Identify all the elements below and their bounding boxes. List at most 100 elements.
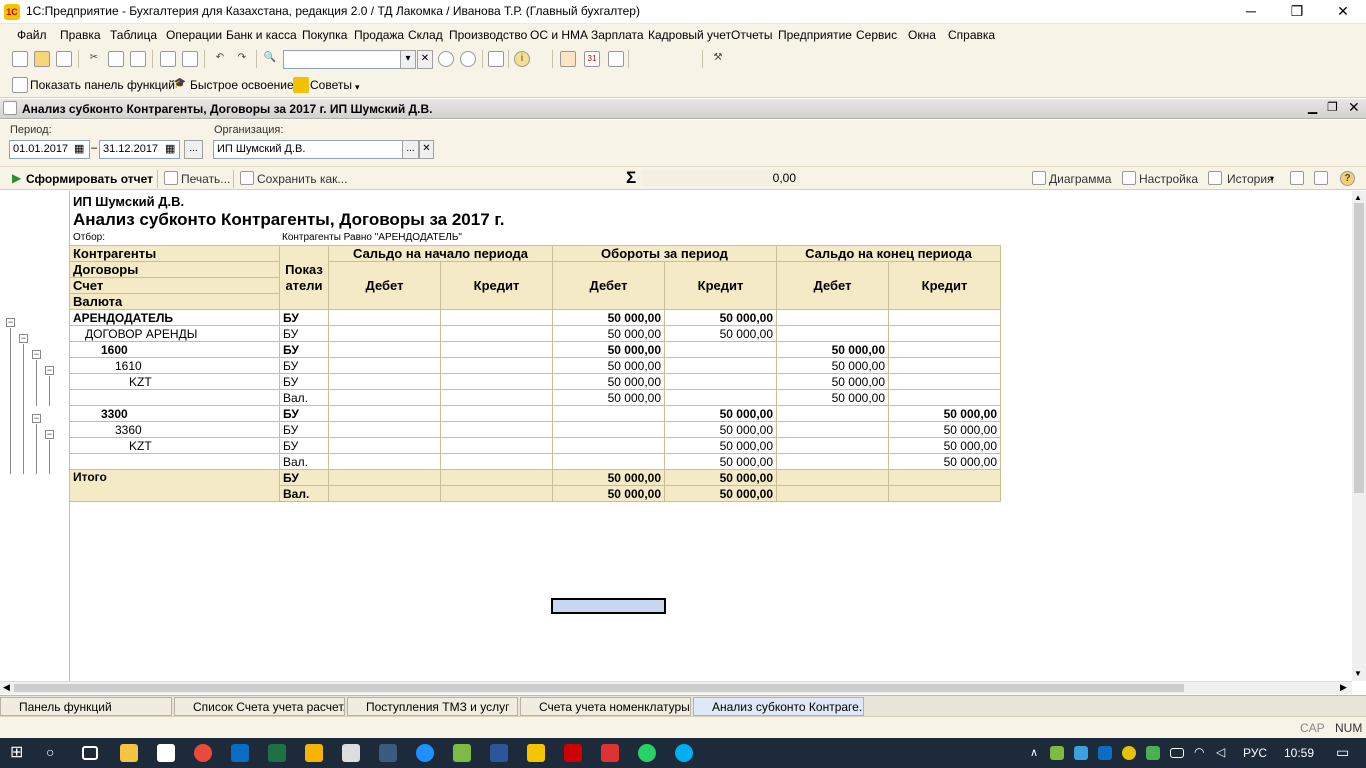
report-spreadsheet[interactable]: ИП Шумский Д.В. Анализ субконто Контраге… [0, 191, 1352, 681]
search-icon[interactable]: 🔍 [262, 51, 278, 67]
collapse-icon[interactable]: − [45, 430, 54, 439]
table-icon[interactable] [608, 51, 624, 67]
cut-icon[interactable]: ✂ [86, 51, 102, 67]
history-button[interactable]: История [1227, 172, 1274, 186]
doc-restore-button[interactable]: ❐ [1327, 100, 1338, 114]
task-view-icon[interactable] [82, 746, 98, 760]
clock[interactable]: 10:59 [1284, 746, 1314, 760]
1c-app-icon[interactable] [527, 744, 545, 762]
volume-icon[interactable]: ◁ [1216, 745, 1225, 759]
search-dropdown-button[interactable]: ▾ [400, 50, 416, 69]
tools-icon[interactable]: ⚒ [710, 51, 726, 67]
whatsapp-icon[interactable] [638, 744, 656, 762]
tab-subconto-analysis[interactable]: Анализ субконто Контраге... [693, 697, 864, 716]
print-preview-icon[interactable] [182, 51, 198, 67]
menu-edit[interactable]: Правка [60, 28, 101, 42]
tray-drive-icon[interactable] [1146, 746, 1160, 760]
diagram-button[interactable]: Диаграмма [1049, 172, 1111, 186]
scroll-down-icon[interactable]: ▼ [1354, 669, 1362, 678]
find-prev-icon[interactable] [460, 51, 476, 67]
help-icon[interactable]: ? [1340, 171, 1355, 186]
close-button[interactable]: ✕ [1320, 0, 1366, 24]
organization-field[interactable]: ИП Шумский Д.В. [213, 140, 418, 159]
collapse-icon[interactable]: − [32, 350, 41, 359]
windows-icon[interactable] [488, 51, 504, 67]
export-icon[interactable] [1290, 171, 1304, 185]
tips-button[interactable]: Советы [310, 78, 352, 92]
doc-minimize-button[interactable]: ▁ [1308, 100, 1317, 114]
battery-icon[interactable] [1170, 748, 1184, 758]
menu-help[interactable]: Справка [948, 28, 995, 42]
scroll-right-icon[interactable]: ▶ [1340, 682, 1347, 693]
explorer-icon[interactable] [120, 744, 138, 762]
selected-cell[interactable] [551, 598, 666, 614]
android-icon[interactable] [453, 744, 471, 762]
menu-purchase[interactable]: Покупка [302, 28, 347, 42]
ie-icon[interactable] [416, 744, 434, 762]
collapse-icon[interactable]: − [6, 318, 15, 327]
menu-windows[interactable]: Окна [908, 28, 936, 42]
menu-salary[interactable]: Зарплата [591, 28, 644, 42]
doc-close-button[interactable]: ✕ [1348, 99, 1360, 116]
menu-assets[interactable]: ОС и НМА [530, 28, 588, 42]
notifications-icon[interactable]: ▭ [1336, 744, 1349, 761]
toolbar-dropdown-icon[interactable]: ▾ [355, 82, 360, 93]
chrome-icon[interactable] [194, 744, 212, 762]
menu-enterprise[interactable]: Предприятие [778, 28, 852, 42]
copy-icon[interactable] [108, 51, 124, 67]
tray-plus-icon[interactable] [1122, 746, 1136, 760]
horizontal-scroll-thumb[interactable] [14, 684, 1184, 692]
info-icon[interactable]: i [514, 51, 530, 67]
save-as-button[interactable]: Сохранить как... [257, 172, 347, 186]
maximize-button[interactable]: ❐ [1274, 0, 1320, 24]
print-icon[interactable] [160, 51, 176, 67]
excel-icon[interactable] [268, 744, 286, 762]
search-icon[interactable]: ○ [46, 744, 64, 762]
language-indicator[interactable]: РУС [1243, 746, 1267, 760]
vertical-scroll-thumb[interactable] [1354, 203, 1364, 493]
tray-people-icon[interactable] [1050, 746, 1064, 760]
tab-receipts[interactable]: Поступления ТМЗ и услуг [347, 697, 518, 716]
windows-start-icon[interactable]: ⊞ [10, 744, 28, 762]
menu-production[interactable]: Производство [449, 28, 527, 42]
vertical-scrollbar[interactable]: ▲ ▼ [1352, 191, 1366, 681]
tab-nomenclature-accounts[interactable]: Счета учета номенклатуры [520, 697, 691, 716]
date-from-calendar-icon[interactable]: ▦ [74, 142, 84, 155]
minimize-button[interactable]: ─ [1228, 0, 1274, 24]
settings-button[interactable]: Настройка [1139, 172, 1198, 186]
acrobat-icon[interactable] [564, 744, 582, 762]
calculator-icon[interactable] [560, 51, 576, 67]
quick-learning-button[interactable]: Быстрое освоение [190, 78, 294, 92]
tray-m-icon[interactable] [1074, 746, 1088, 760]
word-icon[interactable] [490, 744, 508, 762]
date-to-calendar-icon[interactable]: ▦ [165, 142, 175, 155]
period-select-button[interactable]: ... [184, 140, 203, 159]
organization-select-button[interactable]: ... [402, 140, 419, 159]
collapse-icon[interactable]: − [45, 366, 54, 375]
print-button[interactable]: Печать... [181, 172, 230, 186]
menu-table[interactable]: Таблица [110, 28, 157, 42]
show-panel-button[interactable]: Показать панель функций [30, 78, 175, 92]
paste-icon[interactable] [130, 51, 146, 67]
history-dropdown-icon[interactable]: ▾ [1270, 174, 1274, 183]
menu-service[interactable]: Сервис [856, 28, 897, 42]
outlook-icon[interactable] [231, 744, 249, 762]
generate-report-button[interactable]: Сформировать отчет [26, 172, 153, 186]
skype-icon[interactable] [675, 744, 693, 762]
save-report-icon[interactable] [1314, 171, 1328, 185]
scroll-left-icon[interactable]: ◀ [3, 682, 10, 693]
tab-function-panel[interactable]: Панель функций [0, 697, 172, 716]
undo-icon[interactable]: ↶ [212, 51, 228, 67]
collapse-icon[interactable]: − [19, 334, 28, 343]
horizontal-scrollbar[interactable]: ◀ ▶ [0, 681, 1352, 694]
tray-expand-icon[interactable]: ∧ [1030, 746, 1038, 759]
tray-outlook-icon[interactable] [1098, 746, 1112, 760]
drive-icon[interactable] [305, 744, 323, 762]
save-icon[interactable] [56, 51, 72, 67]
search-input[interactable] [283, 50, 416, 69]
wifi-icon[interactable]: ◠ [1194, 745, 1204, 759]
new-icon[interactable] [12, 51, 28, 67]
menu-warehouse[interactable]: Склад [408, 28, 443, 42]
menu-file[interactable]: Файл [17, 28, 47, 42]
scroll-up-icon[interactable]: ▲ [1354, 193, 1362, 202]
